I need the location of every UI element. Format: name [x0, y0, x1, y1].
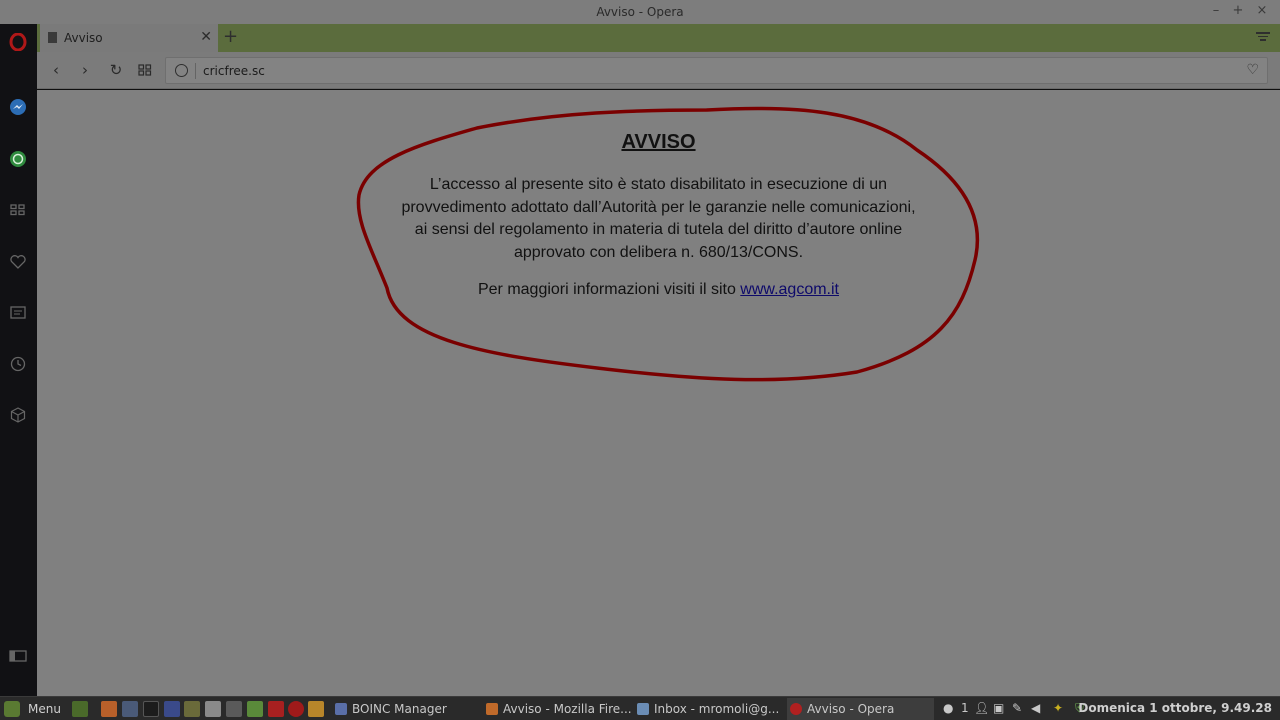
- bookmarks-icon[interactable]: [9, 252, 27, 270]
- page-viewport: AVVISO L’accesso al presente sito è stat…: [37, 90, 1280, 696]
- boinc-icon: [335, 703, 347, 715]
- news-icon[interactable]: [9, 304, 27, 322]
- opera-icon: [790, 703, 802, 715]
- forward-button[interactable]: ›: [76, 61, 94, 79]
- notification-count: 1: [961, 701, 969, 715]
- task-label: Avviso - Mozilla Fire...: [503, 702, 631, 716]
- tab-menu-icon[interactable]: [1256, 30, 1270, 43]
- extensions-icon[interactable]: [9, 406, 27, 424]
- globe-icon: [175, 64, 188, 77]
- firefox-launcher-icon[interactable]: [101, 701, 117, 717]
- opera-logo-icon[interactable]: [9, 33, 27, 51]
- whatsapp-icon[interactable]: [9, 150, 27, 168]
- back-button[interactable]: ‹: [47, 61, 65, 79]
- menu-label: Menu: [28, 702, 61, 716]
- maximize-button[interactable]: +: [1231, 3, 1245, 18]
- tab-avviso[interactable]: Avviso ✕: [40, 24, 218, 52]
- tabs-overview-button[interactable]: [136, 62, 154, 80]
- volume-icon[interactable]: ◀: [1031, 701, 1040, 717]
- minimize-button[interactable]: –: [1209, 3, 1223, 18]
- task-label: Avviso - Opera: [807, 702, 895, 716]
- app-launcher-icon[interactable]: [205, 701, 221, 717]
- notice-heading: AVVISO: [621, 131, 696, 153]
- document-icon: [48, 32, 57, 43]
- notification-icon[interactable]: ●: [943, 701, 953, 717]
- task-firefox[interactable]: Avviso - Mozilla Fire...: [486, 698, 631, 720]
- app-launcher-icon[interactable]: [164, 701, 180, 717]
- notice-line: L’accesso al presente sito è stato disab…: [429, 176, 888, 193]
- tab-label: Avviso: [64, 31, 103, 45]
- agcom-link[interactable]: www.agcom.it: [740, 281, 839, 298]
- pen-icon[interactable]: ✎: [1012, 701, 1022, 717]
- files-launcher-icon[interactable]: [247, 701, 263, 717]
- mail-launcher-icon[interactable]: [122, 701, 138, 717]
- tab-strip: Avviso ✕ +: [37, 24, 1280, 52]
- history-icon[interactable]: [9, 355, 27, 373]
- screenshot-launcher-icon[interactable]: [226, 701, 242, 717]
- clock[interactable]: Domenica 1 ottobre, 9.49.28: [1078, 701, 1272, 715]
- speed-dial-icon[interactable]: [9, 201, 27, 219]
- updates-icon[interactable]: ▣: [993, 701, 1004, 717]
- opera-launcher-icon[interactable]: [288, 701, 304, 717]
- window-titlebar: Avviso - Opera – + ×: [0, 0, 1280, 24]
- task-label: BOINC Manager: [352, 702, 447, 716]
- start-menu-button[interactable]: Menu: [4, 700, 61, 718]
- notice-line: approvato con delibera n. 680/13/CONS.: [513, 243, 804, 261]
- window-title: Avviso - Opera: [596, 5, 684, 19]
- browser-toolbar: ‹ › ↻ cricfree.sc ♡: [37, 52, 1280, 89]
- terminal-launcher-icon[interactable]: [143, 701, 159, 717]
- filezilla-launcher-icon[interactable]: [268, 701, 284, 717]
- task-thunderbird[interactable]: Inbox - mromoli@g...: [637, 698, 782, 720]
- app-launcher-icon[interactable]: [308, 701, 324, 717]
- info-text: Per maggiori informazioni visiti il sito: [477, 281, 736, 298]
- new-tab-button[interactable]: +: [223, 26, 238, 47]
- firefox-icon: [486, 703, 498, 715]
- address-bar[interactable]: cricfree.sc ♡: [165, 57, 1268, 84]
- notice-line: provvedimento adottato dall’Autorità per…: [401, 198, 916, 216]
- messenger-icon[interactable]: [9, 98, 27, 116]
- opera-sidebar: [0, 24, 37, 696]
- close-tab-icon[interactable]: ✕: [200, 29, 212, 45]
- weather-icon[interactable]: ✦: [1053, 701, 1063, 717]
- notice-body: L’accesso al presente sito è stato disab…: [37, 174, 1280, 264]
- app-launcher-icon[interactable]: [184, 701, 200, 717]
- mint-logo-icon: [4, 701, 20, 717]
- sidebar-toggle-icon[interactable]: [9, 647, 27, 665]
- task-opera[interactable]: Avviso - Opera: [787, 698, 934, 720]
- close-window-button[interactable]: ×: [1255, 3, 1269, 18]
- notice-info: Per maggiori informazioni visiti il sito…: [37, 281, 1280, 299]
- user-icon[interactable]: 👤︎: [974, 701, 989, 717]
- show-desktop-icon[interactable]: [72, 701, 88, 717]
- url-text[interactable]: cricfree.sc: [203, 64, 265, 78]
- task-label: Inbox - mromoli@g...: [654, 702, 780, 716]
- reload-button[interactable]: ↻: [107, 61, 125, 79]
- notice-line: ai sensi del regolamento in materia di t…: [414, 221, 903, 238]
- system-taskbar: Menu BOINC Manager Avviso - Mozilla Fire…: [0, 696, 1280, 720]
- task-boinc[interactable]: BOINC Manager: [335, 698, 480, 720]
- bookmark-heart-icon[interactable]: ♡: [1246, 62, 1259, 78]
- thunderbird-icon: [637, 703, 649, 715]
